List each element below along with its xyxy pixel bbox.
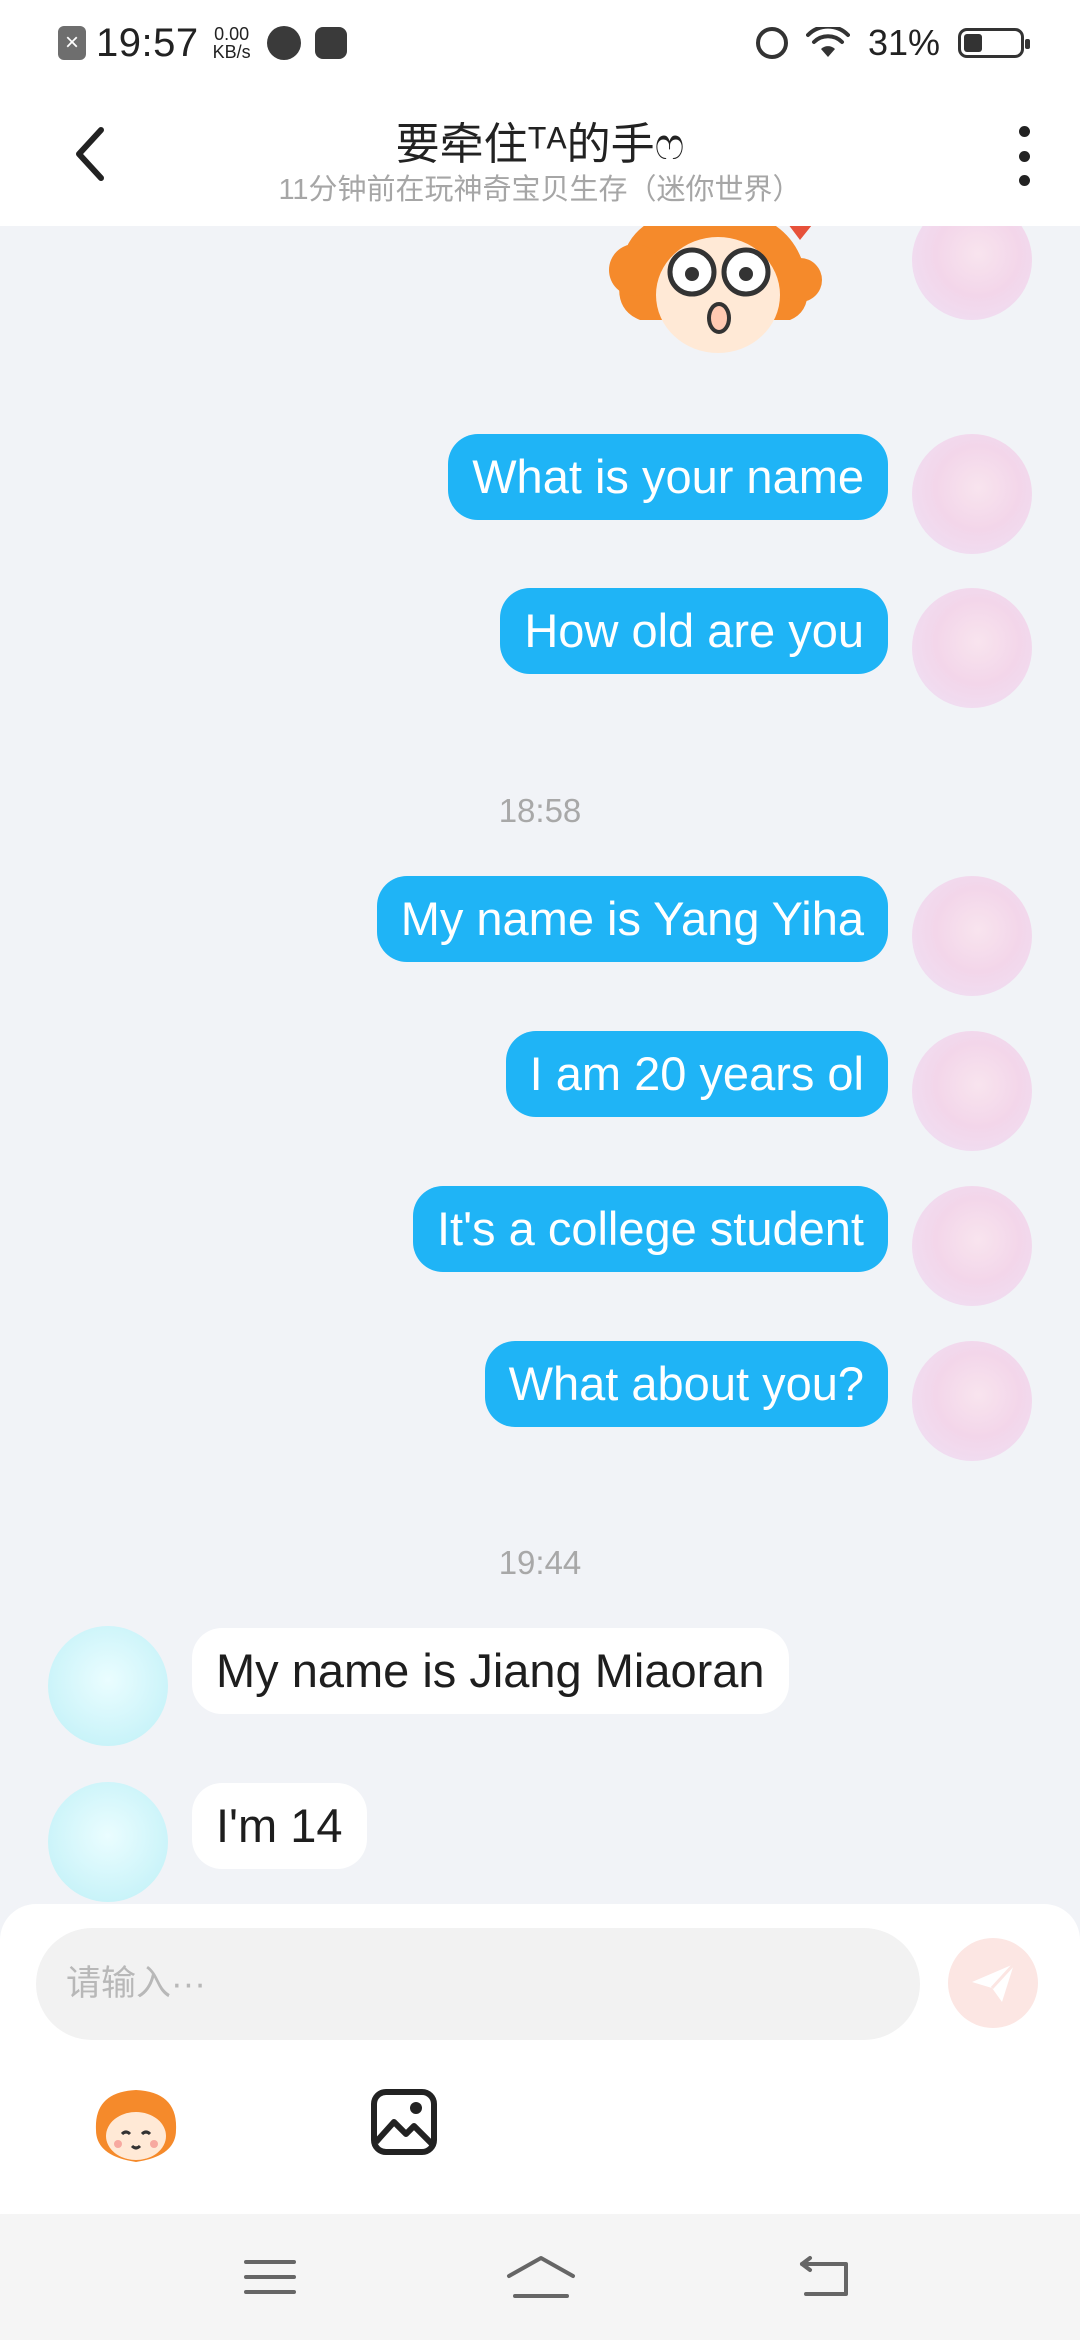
wifi-icon <box>805 27 850 57</box>
network-speed-unit: KB/s <box>212 42 251 62</box>
more-options-button[interactable] <box>1004 126 1044 186</box>
more-vertical-icon <box>1018 126 1030 137</box>
my-avatar[interactable] <box>912 226 1032 320</box>
status-right: 31% <box>755 18 1030 68</box>
contact-avatar[interactable] <box>48 1626 168 1746</box>
mascot-sticker <box>609 226 822 353</box>
back-icon[interactable] <box>796 2252 856 2302</box>
battery-percent: 31% <box>867 22 940 63</box>
message-timestamp: 19:44 <box>498 1544 582 1581</box>
network-speed: 0.00 KB/s <box>213 25 251 61</box>
my-avatar[interactable] <box>912 588 1032 708</box>
image-icon[interactable] <box>368 2086 440 2158</box>
status-bar: × 19:57 0.00 KB/s 31% <box>0 0 1080 86</box>
contact-status: 11分钟前在玩神奇宝贝生存（迷你世界） <box>278 174 802 206</box>
message-timestamp: 18:58 <box>498 792 582 829</box>
home-icon[interactable] <box>505 2252 577 2302</box>
status-time: 19:57 <box>96 20 199 65</box>
paper-plane-icon <box>972 1962 1016 2002</box>
my-message-bubble[interactable]: I am 20 years ol <box>505 1031 888 1117</box>
my-avatar[interactable] <box>912 1186 1032 1306</box>
mascot-emoji-icon[interactable] <box>88 2086 184 2166</box>
network-speed-value: 0.00 <box>214 24 250 44</box>
contact-message-bubble[interactable]: I'm 14 <box>192 1783 367 1869</box>
my-avatar[interactable] <box>912 1031 1032 1151</box>
speedometer-icon <box>266 26 301 60</box>
my-message-bubble[interactable]: How old are you <box>500 588 888 674</box>
my-message-bubble[interactable]: My name is Yang Yiha <box>376 876 888 962</box>
send-button[interactable] <box>948 1938 1038 2028</box>
contact-message-bubble[interactable]: My name is Jiang Miaoran <box>192 1628 789 1714</box>
my-message-bubble[interactable]: What is your name <box>448 434 888 520</box>
contact-avatar[interactable] <box>48 1782 168 1902</box>
battery-icon <box>958 28 1030 58</box>
my-message-bubble[interactable]: What about you? <box>484 1341 888 1427</box>
message-list[interactable]: What is your name How old are you 18:58 … <box>0 226 1080 1904</box>
chat-header: 要牵住ᵀᴬ的手ෆ 11分钟前在玩神奇宝贝生存（迷你世界） <box>0 86 1080 226</box>
notification-close-icon: × <box>58 26 86 60</box>
music-app-icon <box>314 27 347 59</box>
my-avatar[interactable] <box>912 1341 1032 1461</box>
my-avatar[interactable] <box>912 876 1032 996</box>
input-panel: 请输入··· <box>0 1904 1080 2214</box>
my-avatar[interactable] <box>912 434 1032 554</box>
system-nav-bar <box>0 2214 1080 2340</box>
alarm-icon <box>755 27 788 59</box>
my-message-bubble[interactable]: It's a college student <box>412 1186 888 1272</box>
contact-name: 要牵住ᵀᴬ的手ෆ <box>395 120 685 169</box>
status-left: × 19:57 0.00 KB/s <box>58 18 347 68</box>
menu-icon[interactable] <box>240 2252 300 2302</box>
message-input[interactable]: 请输入··· <box>36 1928 920 2040</box>
